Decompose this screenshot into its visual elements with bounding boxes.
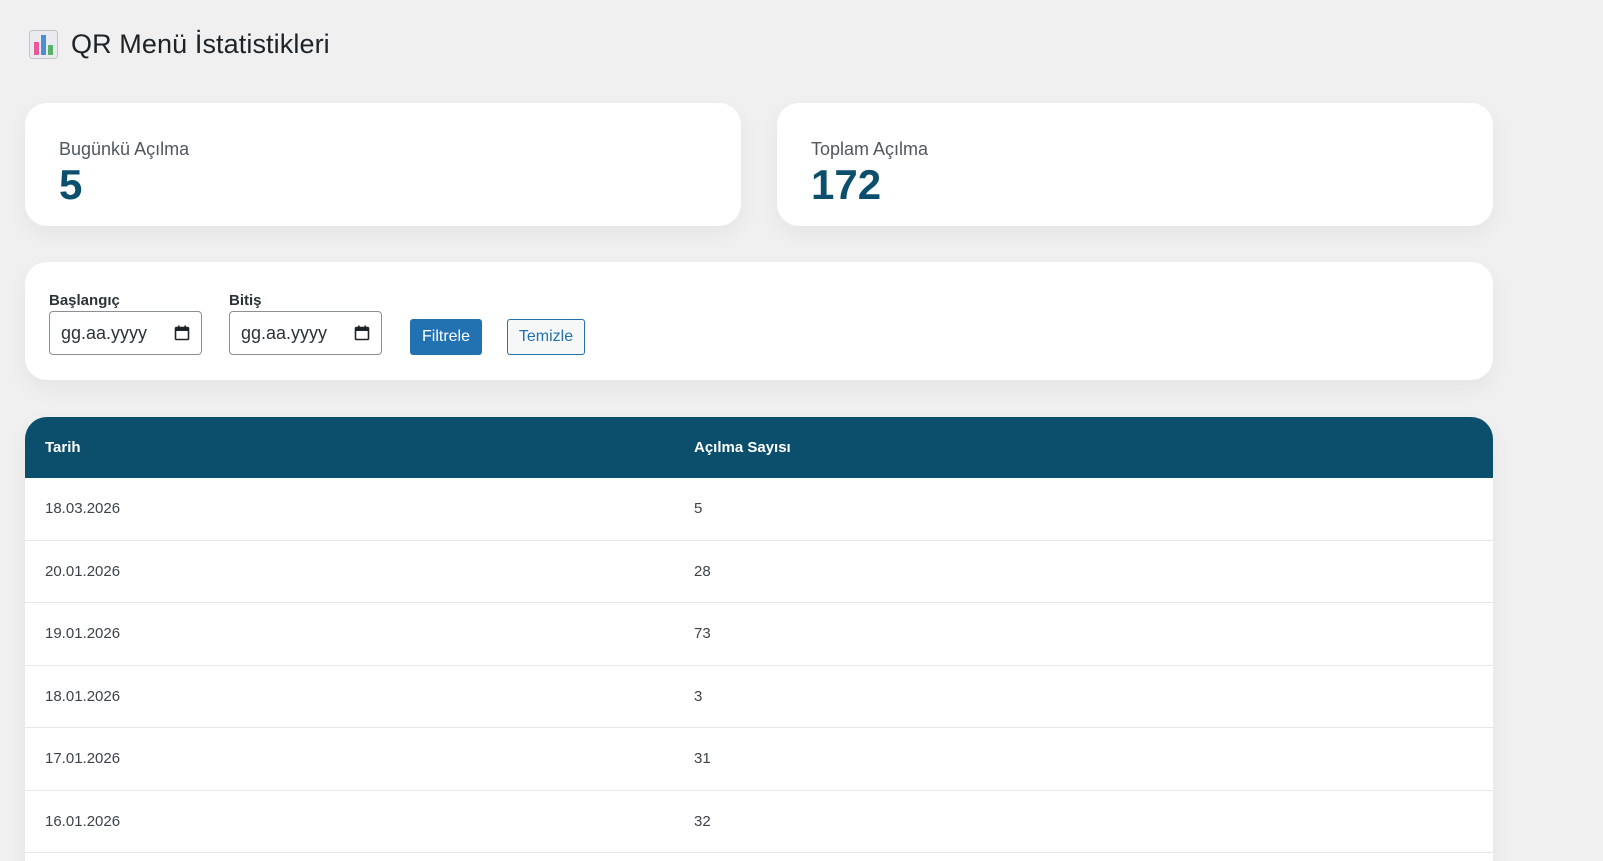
table-row: 18.03.2026 5 xyxy=(25,478,1493,541)
end-date-field: Bitiş gg.aa.yyyy xyxy=(229,292,382,355)
table-body: 18.03.2026 5 20.01.2026 28 19.01.2026 73 18.01… xyxy=(25,478,1493,853)
table-header: Tarih Açılma Sayısı xyxy=(25,417,1493,478)
cell-date: 18.01.2026 xyxy=(45,687,121,705)
total-opens-label: Toplam Açılma xyxy=(811,139,929,159)
end-date-label: Bitiş xyxy=(229,292,262,309)
cell-date: 19.01.2026 xyxy=(45,625,121,643)
page-header: QR Menü İstatistikleri xyxy=(29,27,330,61)
start-date-label: Başlangıç xyxy=(49,292,120,309)
today-opens-label: Bugünkü Açılma xyxy=(59,139,190,159)
clear-button[interactable]: Temizle xyxy=(507,319,585,355)
page-title: QR Menü İstatistikleri xyxy=(71,28,330,59)
cell-date: 18.03.2026 xyxy=(45,500,121,518)
start-date-placeholder: gg.aa.yyyy xyxy=(61,322,148,343)
calendar-icon[interactable] xyxy=(174,325,190,341)
cell-count: 5 xyxy=(694,500,703,518)
cell-count: 32 xyxy=(694,812,711,830)
start-date-input[interactable]: gg.aa.yyyy xyxy=(49,311,202,355)
total-opens-value: 172 xyxy=(811,161,882,208)
cell-date: 17.01.2026 xyxy=(45,750,121,768)
table-row: 17.01.2026 31 xyxy=(25,728,1493,791)
end-date-placeholder: gg.aa.yyyy xyxy=(241,322,328,343)
end-date-input[interactable]: gg.aa.yyyy xyxy=(229,311,382,355)
calendar-icon[interactable] xyxy=(354,325,370,341)
bar-chart-icon xyxy=(29,29,58,59)
table-row: 16.01.2026 32 xyxy=(25,791,1493,853)
table-row: 20.01.2026 28 xyxy=(25,541,1493,603)
today-opens-value: 5 xyxy=(59,161,83,208)
column-header-count: Açılma Sayısı xyxy=(694,439,791,456)
table-row: 18.01.2026 3 xyxy=(25,666,1493,728)
cell-count: 73 xyxy=(694,625,711,643)
stats-page: QR Menü İstatistikleri Bugünkü Açılma 5 … xyxy=(0,0,1603,861)
column-header-date: Tarih xyxy=(45,439,81,456)
today-opens-card: Bugünkü Açılma 5 xyxy=(25,103,741,226)
cell-count: 31 xyxy=(694,750,711,768)
date-filter-panel: Başlangıç gg.aa.yyyy Bitiş gg.aa.yyyy Fi… xyxy=(25,262,1493,380)
start-date-field: Başlangıç gg.aa.yyyy xyxy=(49,292,202,355)
table-row: 19.01.2026 73 xyxy=(25,603,1493,666)
cell-count: 3 xyxy=(694,687,703,705)
cell-date: 16.01.2026 xyxy=(45,812,121,830)
cell-count: 28 xyxy=(694,562,711,580)
filter-button[interactable]: Filtrele xyxy=(410,319,482,355)
stats-table: Tarih Açılma Sayısı 18.03.2026 5 20.01.202… xyxy=(25,417,1493,861)
total-opens-card: Toplam Açılma 172 xyxy=(777,103,1493,226)
cell-date: 20.01.2026 xyxy=(45,562,121,580)
